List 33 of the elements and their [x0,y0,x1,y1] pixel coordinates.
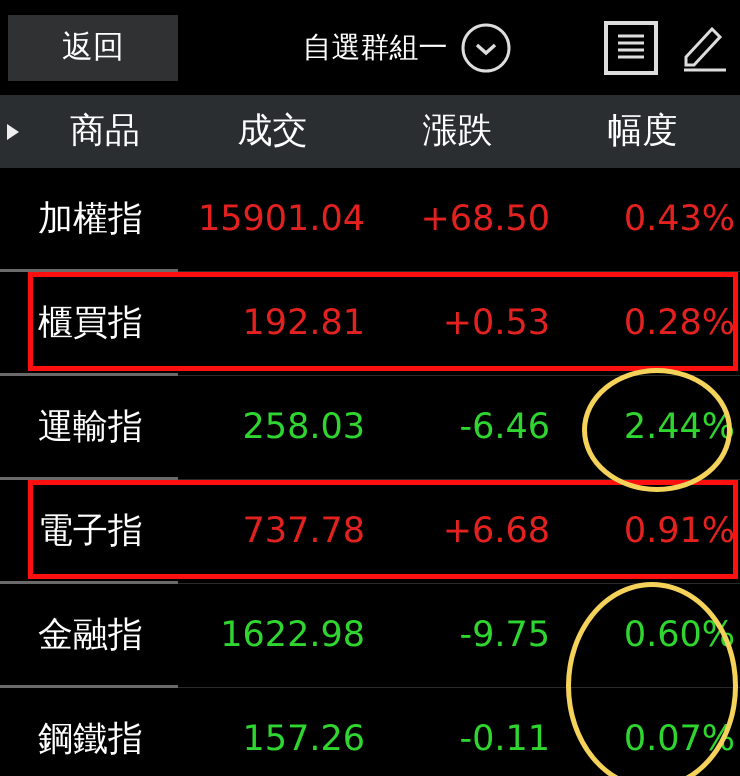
index-name: 電子指 [38,510,144,554]
price-value: 157.26 [242,718,365,762]
percent-value: 0.28% [622,302,735,346]
back-button[interactable]: 返回 [8,14,178,80]
price-value: 737.78 [242,510,365,554]
price-value: 192.81 [242,302,365,346]
table-row[interactable]: 櫃買指 192.81 +0.53 0.28% [0,272,740,376]
dropdown-icon[interactable] [460,22,512,74]
index-name: 櫃買指 [38,302,144,346]
expand-arrow-icon[interactable] [5,122,21,142]
table-row[interactable]: 加權指 15901.04 +68.50 0.43% [0,168,740,272]
column-heading[interactable]: 幅度 [550,105,735,158]
price-value: 1622.98 [219,614,365,658]
change-value: +68.50 [419,198,550,242]
change-value: +0.53 [442,302,550,346]
change-value: -0.11 [458,718,550,762]
change-value: -6.46 [458,406,550,450]
list-icon[interactable] [604,20,658,74]
column-heading[interactable]: 漲跌 [365,105,550,158]
table-row[interactable]: 電子指 737.78 +6.68 0.91% [0,480,740,584]
percent-value: 0.91% [622,510,735,554]
price-value: 258.03 [242,406,365,450]
index-name: 鋼鐵指 [38,718,144,762]
change-value: +6.68 [442,510,550,554]
column-heading[interactable]: 商品 [30,105,180,158]
group-title: 自選群組一 [302,28,448,66]
index-name: 運輸指 [38,406,144,450]
column-heading[interactable]: 成交 [180,105,365,158]
percent-value: 0.43% [622,198,735,242]
index-name: 金融指 [38,614,144,658]
change-value: -9.75 [458,614,550,658]
index-name: 加權指 [38,198,144,242]
price-value: 15901.04 [196,198,365,242]
